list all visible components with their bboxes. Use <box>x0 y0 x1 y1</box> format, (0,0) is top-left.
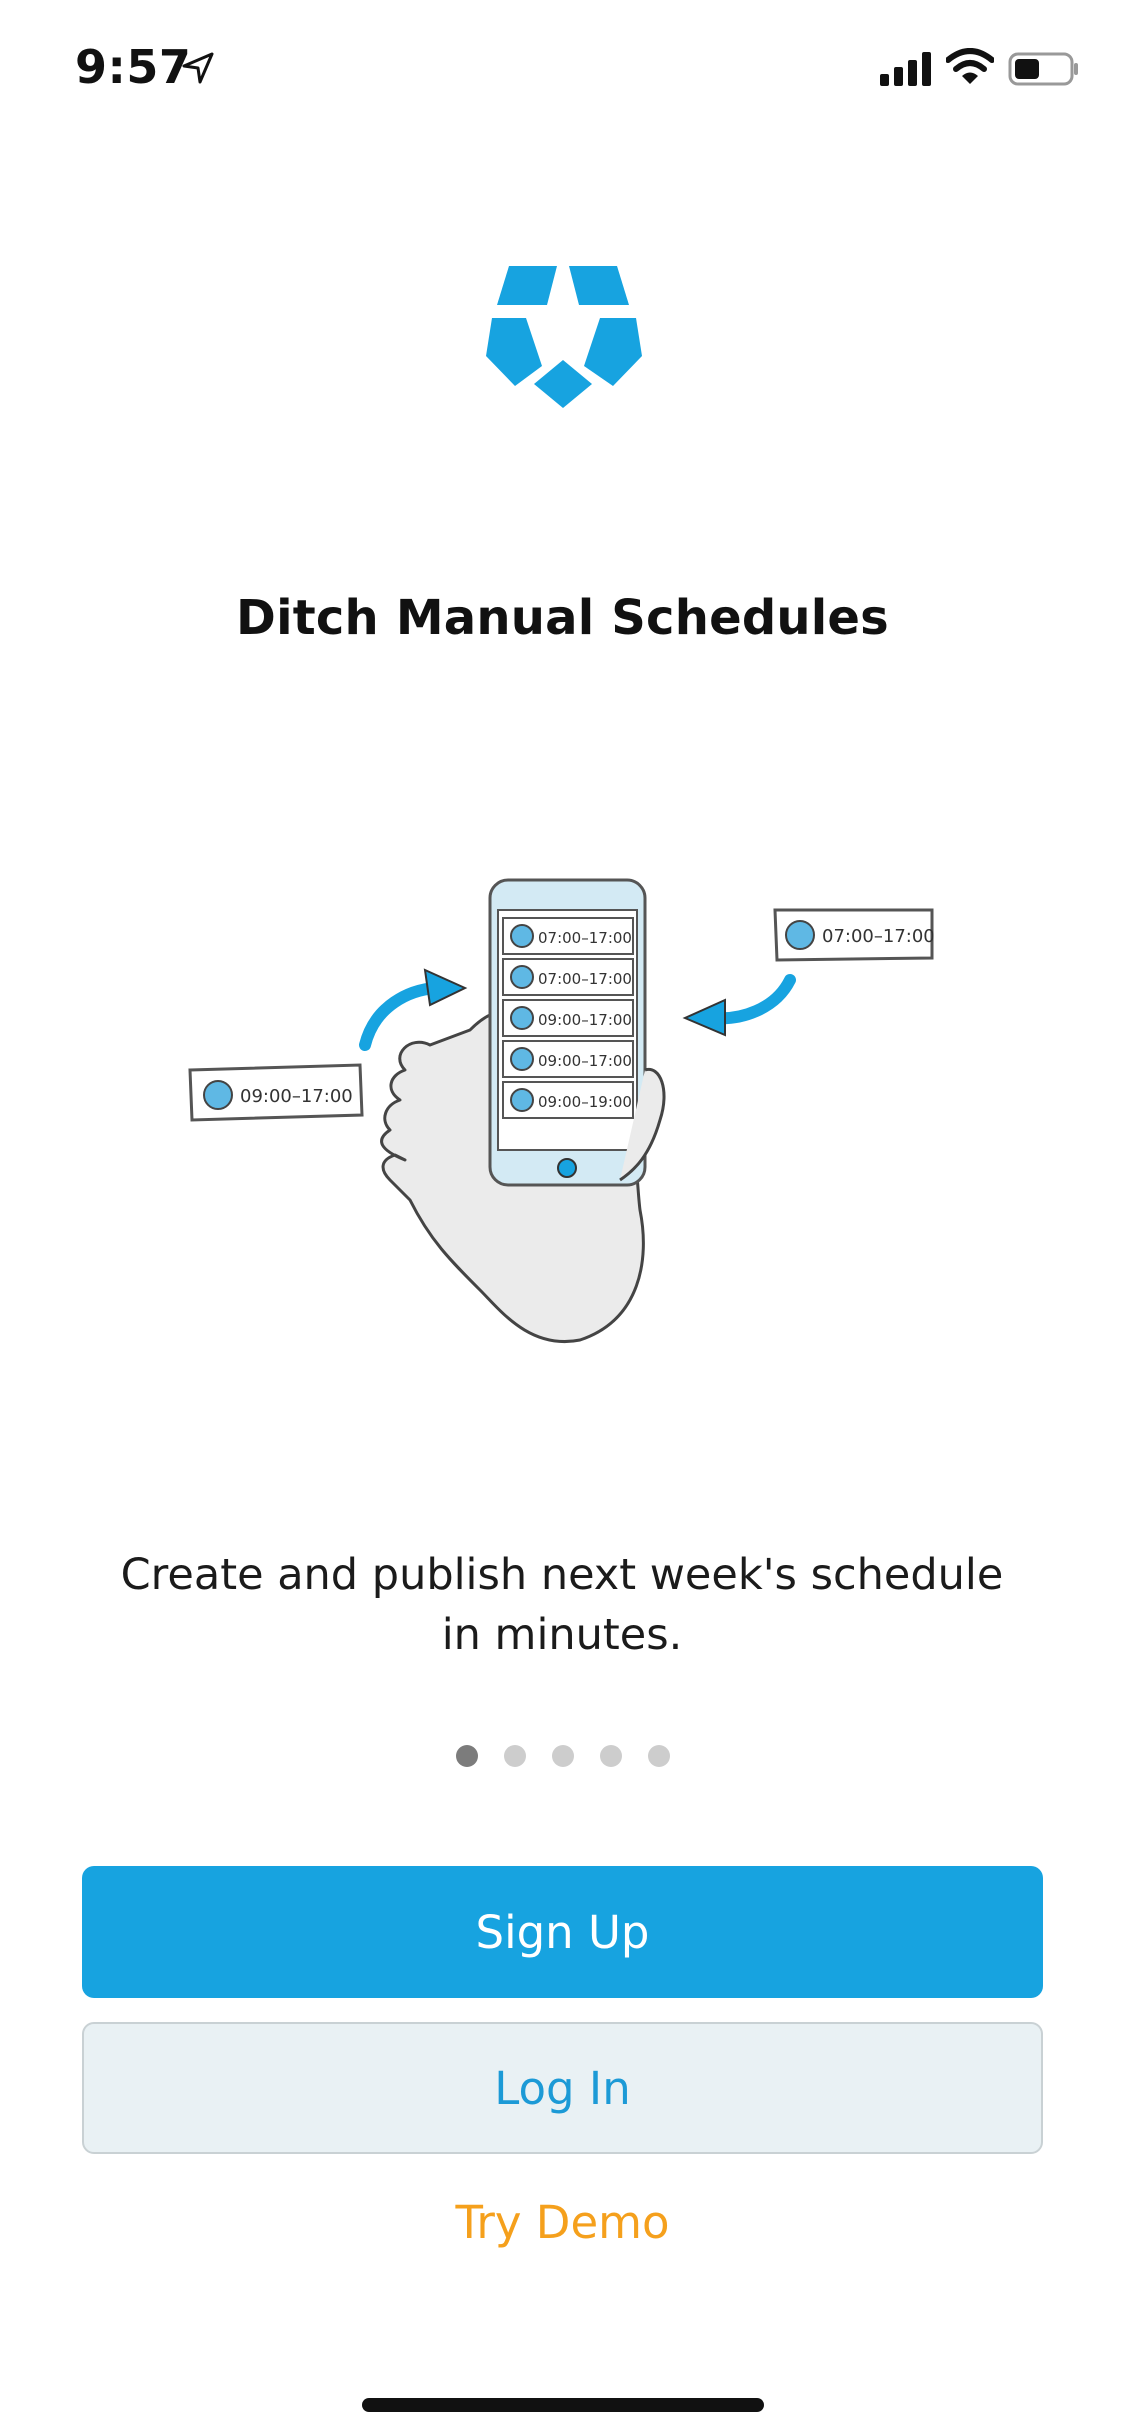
wifi-icon <box>946 48 994 84</box>
subtitle: Create and publish next week's schedule … <box>120 1550 1004 1660</box>
status-time: 9:57 <box>75 40 192 94</box>
phone-hand-illustration: 07:00–17:00 07:00–17:00 09:00–17:00 09:0… <box>188 878 935 1343</box>
right-arrow-icon <box>709 974 796 1025</box>
shift-row: 07:00–17:00 <box>502 958 634 996</box>
left-shift-card: 09:00–17:00 <box>188 1063 364 1122</box>
shift-row: 09:00–19:00 <box>502 1081 634 1119</box>
headline: Ditch Manual Schedules <box>236 590 889 646</box>
battery-icon <box>1008 52 1078 86</box>
phone-shift-list: 07:00–17:00 07:00–17:00 09:00–17:00 09:0… <box>502 917 634 1119</box>
log-in-button[interactable]: Log In <box>82 2022 1043 2154</box>
status-bar: 9:57 <box>0 0 1125 140</box>
shift-time: 09:00–17:00 <box>538 1052 632 1070</box>
home-indicator[interactable] <box>362 2398 764 2412</box>
page-dot[interactable] <box>551 1745 574 1767</box>
shift-row: 07:00–17:00 <box>502 917 634 955</box>
right-shift-card: 07:00–17:00 <box>773 908 935 962</box>
shift-row: 09:00–17:00 <box>502 1040 634 1078</box>
shift-time: 07:00–17:00 <box>538 929 632 947</box>
shift-time: 07:00–17:00 <box>538 970 632 988</box>
cellular-signal-icon <box>880 52 931 86</box>
page-dot-active[interactable] <box>455 1745 478 1767</box>
pentagon-logo-icon <box>486 266 642 408</box>
location-arrow-icon <box>182 52 214 84</box>
page-dot[interactable] <box>503 1745 526 1767</box>
shift-time: 09:00–19:00 <box>538 1093 632 1111</box>
shift-time: 09:00–17:00 <box>538 1011 632 1029</box>
try-demo-link[interactable]: Try Demo <box>0 2196 1125 2249</box>
shift-row: 09:00–17:00 <box>502 999 634 1037</box>
page-dot[interactable] <box>599 1745 622 1767</box>
left-arrow-icon <box>359 982 441 1051</box>
sign-up-button[interactable]: Sign Up <box>82 1866 1043 1998</box>
right-card-time: 07:00–17:00 <box>822 926 935 947</box>
left-card-time: 09:00–17:00 <box>240 1086 353 1107</box>
pagination-dots <box>0 1745 1125 1767</box>
page-dot[interactable] <box>647 1745 670 1767</box>
